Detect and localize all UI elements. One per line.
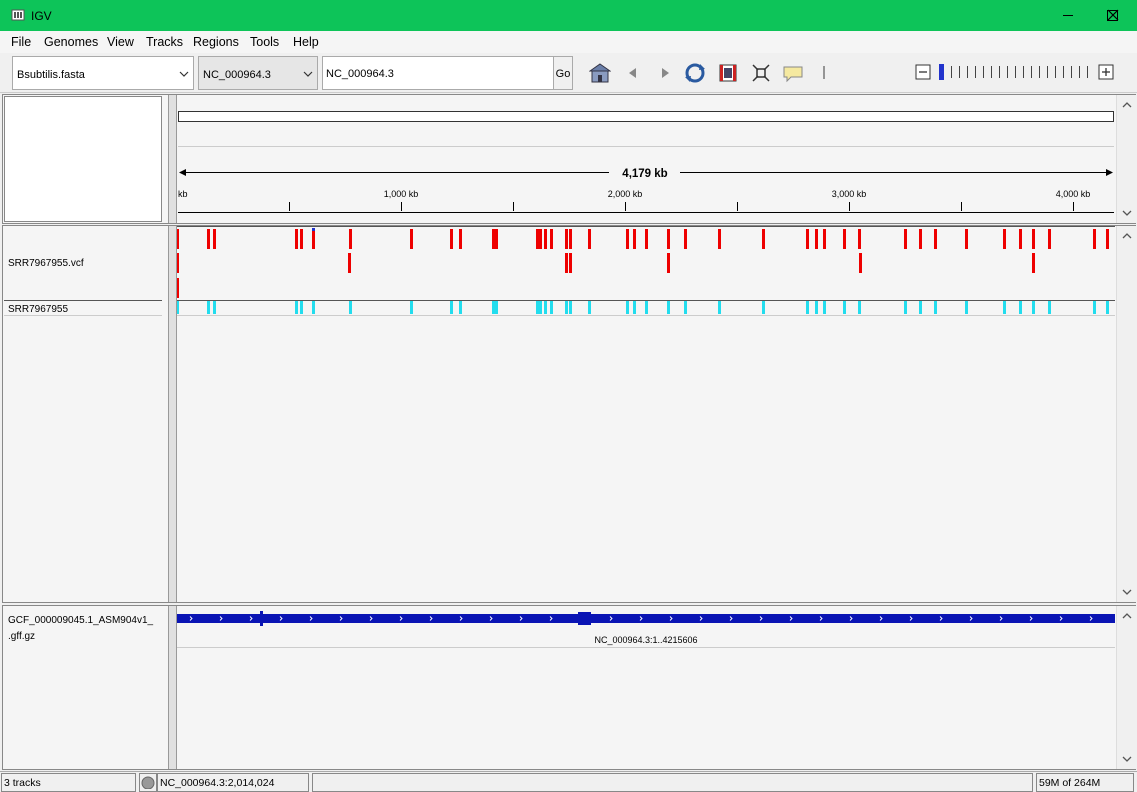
- back-arrow-icon[interactable]: [622, 62, 644, 84]
- chromosome-ideogram[interactable]: [178, 111, 1114, 122]
- zoom-slider-thumb[interactable]: [939, 64, 944, 80]
- scroll-down-icon[interactable]: [1122, 756, 1132, 762]
- minimize-button[interactable]: [1045, 0, 1091, 31]
- variant-genotype-marks[interactable]: [177, 253, 1035, 298]
- status-message: [312, 773, 1033, 792]
- scroll-down-icon[interactable]: [1122, 589, 1132, 595]
- zoom-control[interactable]: [914, 62, 1116, 84]
- roi-icon[interactable]: [717, 62, 739, 84]
- scroll-up-icon[interactable]: [1122, 102, 1132, 108]
- panel-divider[interactable]: [168, 606, 177, 769]
- menu-bar: File Genomes View Tracks Regions Tools H…: [0, 31, 1137, 53]
- menu-genomes[interactable]: Genomes: [44, 35, 98, 49]
- vcf-track-name[interactable]: SRR7967955.vcf: [8, 258, 84, 269]
- track-separator: [4, 315, 162, 316]
- ruler-tick-label: 2,000 kb: [608, 189, 643, 199]
- zoom-out-icon[interactable]: [915, 64, 931, 80]
- go-button[interactable]: Go: [553, 56, 573, 90]
- resize-to-window-icon[interactable]: [750, 62, 772, 84]
- track-separator: [4, 300, 162, 301]
- panel-divider[interactable]: [168, 226, 177, 602]
- menu-regions[interactable]: Regions: [193, 35, 239, 49]
- menu-file[interactable]: File: [11, 35, 31, 49]
- gene-feature-marker: [578, 612, 591, 625]
- menu-tools[interactable]: Tools: [250, 35, 279, 49]
- minimize-icon: [1063, 15, 1073, 16]
- ruler-ticks: [289, 202, 1074, 211]
- ruler-svg: 4,179 kb kb 1,000 kb 2,000 kb 3,000 kb 4…: [178, 111, 1114, 213]
- span-label: 4,179 kb: [622, 168, 667, 180]
- zoom-in-icon[interactable]: [1098, 64, 1114, 80]
- menu-help[interactable]: Help: [293, 35, 319, 49]
- status-light-icon: [141, 776, 155, 790]
- home-icon[interactable]: [589, 62, 611, 84]
- data-scrollbar[interactable]: [1116, 226, 1136, 602]
- menu-tracks[interactable]: Tracks: [146, 35, 183, 49]
- variant-data-panel[interactable]: [177, 226, 1115, 602]
- variant-name-panel: SRR7967955.vcf SRR7967955: [4, 226, 168, 602]
- feature-scrollbar[interactable]: [1116, 606, 1136, 769]
- chromosome-value: NC_000964.3: [203, 69, 271, 81]
- ruler-panel[interactable]: 4,179 kb kb 1,000 kb 2,000 kb 3,000 kb 4…: [177, 95, 1115, 223]
- status-indicator: [139, 773, 157, 792]
- status-track-count: 3 tracks: [1, 773, 136, 792]
- genome-value: Bsubtilis.fasta: [17, 69, 85, 81]
- menu-view[interactable]: View: [107, 35, 134, 49]
- title-bar: IGV: [0, 0, 1137, 31]
- sample-genotype-marks[interactable]: [177, 301, 1109, 314]
- popup-info-icon[interactable]: [782, 62, 804, 84]
- status-memory: 59M of 264M: [1036, 773, 1134, 792]
- close-icon: [1107, 9, 1119, 21]
- igv-app-icon: [11, 9, 25, 21]
- chevron-down-icon: [179, 71, 189, 77]
- sample-track-name[interactable]: SRR7967955: [8, 304, 68, 315]
- forward-arrow-icon[interactable]: [654, 62, 676, 84]
- ruler-line-icon[interactable]: [815, 62, 837, 84]
- header-name-panel: [4, 96, 162, 222]
- genome-dropdown[interactable]: Bsubtilis.fasta: [12, 56, 194, 90]
- close-button[interactable]: [1090, 0, 1136, 31]
- ruler-tick-label: 3,000 kb: [832, 189, 867, 199]
- ruler-start-label: kb: [178, 189, 188, 199]
- gff-track-name[interactable]: GCF_000009045.1_ASM904v1_: [8, 615, 153, 626]
- panel-divider[interactable]: [168, 95, 177, 223]
- gene-feature-marker: [260, 611, 263, 626]
- feature-name-panel: GCF_000009045.1_ASM904v1_ .gff.gz: [4, 606, 168, 769]
- chevron-down-icon: [303, 71, 313, 77]
- scroll-down-icon[interactable]: [1122, 210, 1132, 216]
- header-scrollbar[interactable]: [1116, 95, 1136, 223]
- refresh-icon[interactable]: [684, 62, 706, 84]
- window-title: IGV: [31, 9, 52, 23]
- chromosome-dropdown[interactable]: NC_000964.3: [198, 56, 318, 90]
- ruler-tick-label: 4,000 kb: [1056, 189, 1091, 199]
- gene-feature-label: NC_000964.3:1..4215606: [594, 635, 697, 645]
- scroll-up-icon[interactable]: [1122, 613, 1132, 619]
- ruler-tick-label: 1,000 kb: [384, 189, 419, 199]
- locus-search-input[interactable]: NC_000964.3: [322, 56, 554, 90]
- variant-marker: [312, 228, 315, 231]
- gff-track-name-suffix[interactable]: .gff.gz: [8, 631, 35, 642]
- feature-track-svg: NC_000964.3:1..4215606: [177, 611, 1115, 648]
- feature-data-panel[interactable]: NC_000964.3:1..4215606: [177, 606, 1115, 769]
- scroll-up-icon[interactable]: [1122, 233, 1132, 239]
- variant-sites[interactable]: [177, 229, 1109, 249]
- status-bar: 3 tracks NC_000964.3:2,014,024 59M of 26…: [0, 771, 1137, 792]
- gene-feature[interactable]: [177, 614, 1115, 623]
- variant-track-svg: [177, 226, 1115, 316]
- status-position: NC_000964.3:2,014,024: [157, 773, 309, 792]
